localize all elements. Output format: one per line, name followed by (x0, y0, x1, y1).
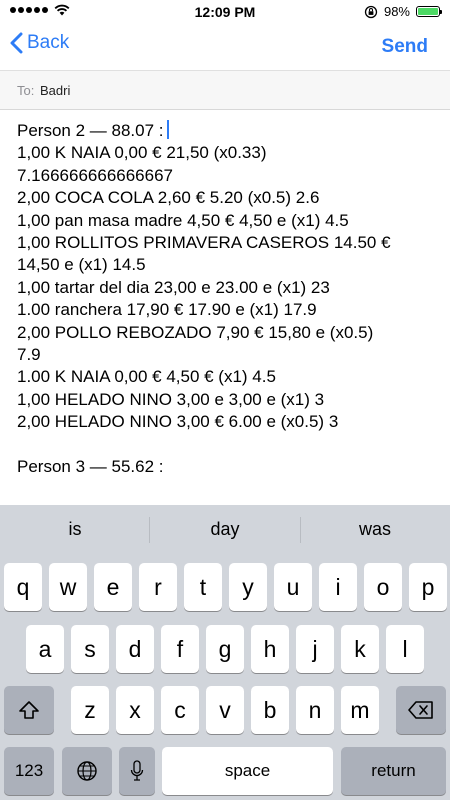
key-q[interactable]: q (4, 563, 42, 611)
send-button[interactable]: Send (382, 36, 428, 58)
key-a[interactable]: a (26, 625, 64, 673)
message-line: 1,00 tartar del dia 23,00 e 23.00 e (x1)… (17, 277, 330, 297)
return-key[interactable]: return (341, 747, 446, 795)
message-line: 1.00 ranchera 17,90 € 17.90 e (x1) 17.9 (17, 300, 317, 320)
battery-fill (418, 8, 438, 15)
key-j[interactable]: j (296, 625, 334, 673)
key-z[interactable]: z (71, 686, 109, 734)
delete-key[interactable] (396, 686, 446, 734)
key-i[interactable]: i (319, 563, 357, 611)
key-d[interactable]: d (116, 625, 154, 673)
key-h[interactable]: h (251, 625, 289, 673)
status-right: 98% (364, 4, 442, 19)
to-field[interactable]: To: Badri (0, 70, 450, 110)
message-line: Person 2 — 88.07 : (17, 120, 437, 142)
space-key[interactable]: space (162, 747, 333, 795)
numbers-key[interactable]: 123 (4, 747, 54, 795)
orientation-lock-icon (364, 5, 378, 18)
battery-percent: 98% (383, 4, 410, 19)
key-l[interactable]: l (386, 625, 424, 673)
key-b[interactable]: b (251, 686, 289, 734)
back-button[interactable]: Back (10, 32, 69, 54)
globe-key[interactable] (62, 747, 112, 795)
message-line: 7.9 (17, 344, 41, 364)
delete-icon (408, 701, 433, 719)
shift-icon (19, 701, 39, 719)
to-label: To: (17, 83, 35, 98)
key-n[interactable]: n (296, 686, 334, 734)
message-body[interactable]: Person 2 — 88.07 : 1,00 K NAIA 0,00 € 21… (17, 120, 437, 478)
globe-icon (77, 761, 97, 781)
chevron-left-icon (10, 32, 23, 54)
message-line: 2,00 POLLO REBOZADO 7,90 € 15,80 e (x0.5… (17, 322, 374, 342)
key-v[interactable]: v (206, 686, 244, 734)
suggestion-day[interactable]: day (150, 519, 300, 540)
message-line: 2,00 HELADO NINO 3,00 € 6.00 e (x0.5) 3 (17, 412, 339, 432)
key-g[interactable]: g (206, 625, 244, 673)
battery-icon (416, 6, 442, 17)
message-line: 1.00 K NAIA 0,00 € 4,50 € (x1) 4.5 (17, 367, 276, 387)
to-recipient[interactable]: Badri (40, 83, 70, 98)
message-line: 14,50 e (x1) 14.5 (17, 255, 146, 275)
shift-key[interactable] (4, 686, 54, 734)
message-line: 1,00 pan masa madre 4,50 € 4,50 e (x1) 4… (17, 210, 349, 230)
key-y[interactable]: y (229, 563, 267, 611)
suggestion-bar: is day was (0, 505, 450, 555)
key-m[interactable]: m (341, 686, 379, 734)
microphone-icon (130, 760, 144, 781)
key-o[interactable]: o (364, 563, 402, 611)
message-line: 1,00 K NAIA 0,00 € 21,50 (x0.33) (17, 143, 267, 163)
microphone-key[interactable] (119, 747, 155, 795)
key-c[interactable]: c (161, 686, 199, 734)
status-bar: 12:09 PM 98% (0, 0, 450, 24)
message-line: 1,00 HELADO NINO 3,00 e 3,00 e (x1) 3 (17, 389, 325, 409)
text-cursor (167, 120, 170, 139)
message-line: 2,00 COCA COLA 2,60 € 5.20 (x0.5) 2.6 (17, 188, 320, 208)
message-line: 7.166666666666667 (17, 165, 173, 185)
suggestion-was[interactable]: was (300, 519, 450, 540)
key-k[interactable]: k (341, 625, 379, 673)
message-line: Person 3 — 55.62 : (17, 456, 164, 476)
suggestion-is[interactable]: is (0, 519, 150, 540)
nav-bar: Back Send (0, 24, 450, 68)
key-r[interactable]: r (139, 563, 177, 611)
key-s[interactable]: s (71, 625, 109, 673)
keyboard: is day was q w e r t y u i o p a s d f g… (0, 505, 450, 800)
key-t[interactable]: t (184, 563, 222, 611)
key-e[interactable]: e (94, 563, 132, 611)
back-label: Back (27, 32, 70, 53)
key-w[interactable]: w (49, 563, 87, 611)
message-line: 1,00 ROLLITOS PRIMAVERA CASEROS 14.50 € (17, 232, 391, 252)
key-f[interactable]: f (161, 625, 199, 673)
message-line (17, 433, 437, 455)
key-p[interactable]: p (409, 563, 447, 611)
key-u[interactable]: u (274, 563, 312, 611)
key-x[interactable]: x (116, 686, 154, 734)
